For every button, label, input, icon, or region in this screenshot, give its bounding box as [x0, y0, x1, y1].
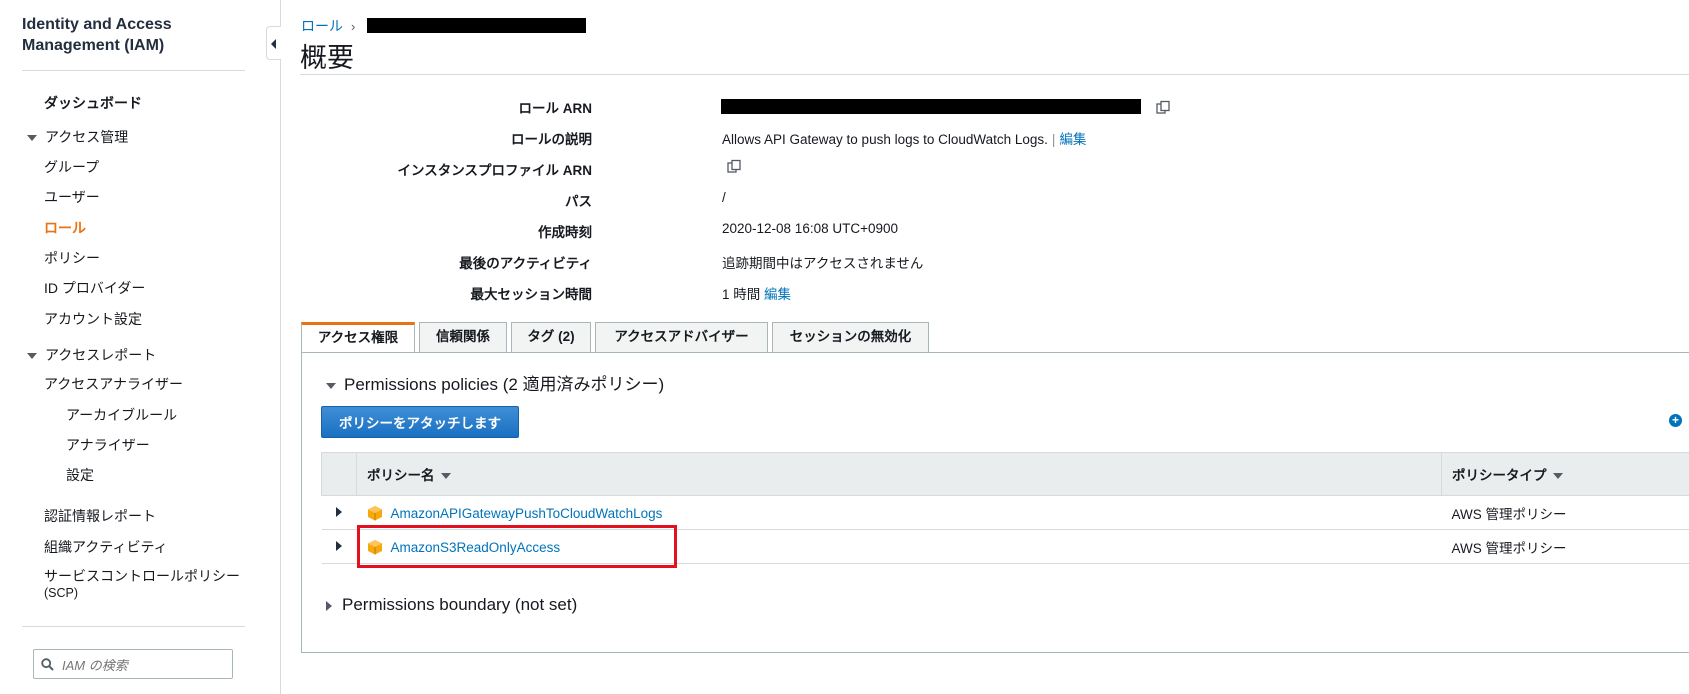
- policy-type-cell: AWS 管理ポリシー: [1441, 529, 1689, 564]
- sort-icon: [440, 473, 451, 480]
- copy-icon[interactable]: [1155, 100, 1171, 116]
- sidebar-item-credential-report[interactable]: 認証情報レポート: [44, 506, 156, 526]
- iam-search-input[interactable]: [60, 654, 229, 676]
- chevron-down-icon: [27, 353, 37, 360]
- instance-profile-arn-value: [726, 159, 742, 175]
- expand-column-header: [321, 452, 357, 496]
- tab-trust-relationships[interactable]: 信頼関係: [419, 322, 507, 352]
- expand-row-icon: [336, 541, 342, 551]
- description-value-container: Allows API Gateway to push logs to Cloud…: [722, 128, 1086, 148]
- copy-icon[interactable]: [726, 159, 742, 175]
- path-label: パス: [565, 194, 592, 209]
- max-session-value-container: 1 時間 編集: [722, 283, 791, 303]
- separator: |: [1051, 132, 1056, 147]
- policy-type-column-header[interactable]: ポリシータイプ: [1441, 452, 1689, 496]
- sidebar-item-analyzers[interactable]: アナライザー: [66, 435, 150, 455]
- permissions-boundary-toggle[interactable]: Permissions boundary (not set): [326, 595, 577, 615]
- sidebar-group-access-reports[interactable]: アクセスレポート: [27, 345, 156, 365]
- page-title: 概要: [300, 43, 354, 73]
- sidebar-item-dashboard[interactable]: ダッシュボード: [44, 93, 142, 113]
- highlight-annotation-box: [357, 525, 677, 568]
- description-label: ロールの説明: [511, 132, 592, 147]
- attach-policy-button[interactable]: ポリシーをアタッチします: [321, 406, 519, 438]
- search-icon: [41, 658, 54, 671]
- sidebar-item-settings[interactable]: 設定: [66, 465, 94, 485]
- permissions-policies-toggle[interactable]: Permissions policies (2 適用済みポリシー): [326, 370, 664, 395]
- add-inline-policy-icon[interactable]: +: [1669, 414, 1682, 427]
- summary-row-description: ロールの説明 Allows API Gateway to push logs t…: [400, 128, 1600, 150]
- description-value: Allows API Gateway to push logs to Cloud…: [722, 132, 1048, 147]
- redacted-role-arn: [721, 99, 1141, 114]
- sidebar-group-label: アクセスレポート: [45, 347, 157, 363]
- sidebar-item-org-activity[interactable]: 組織アクティビティ: [44, 537, 168, 557]
- sidebar-item-scp-label: サービスコントロールポリシー: [44, 568, 240, 584]
- created-label: 作成時刻: [538, 225, 592, 240]
- permissions-boundary-heading: Permissions boundary (not set): [342, 595, 578, 614]
- breadcrumb-separator-icon: ›: [351, 19, 356, 34]
- created-value: 2020-12-08 16:08 UTC+0900: [722, 221, 899, 236]
- sidebar: Identity and Access Management (IAM) ダッシ…: [0, 0, 260, 694]
- path-value: /: [722, 190, 726, 205]
- sidebar-collapse-button[interactable]: [266, 26, 281, 60]
- sidebar-border: [280, 0, 281, 694]
- sort-icon: [1552, 473, 1563, 480]
- sidebar-title-line2: Management (IAM): [22, 37, 165, 54]
- table-header-row: ポリシー名 ポリシータイプ: [321, 452, 1689, 496]
- redacted-role-name: [367, 18, 586, 33]
- summary-row-max-session: 最大セッション時間 1 時間 編集: [400, 283, 1600, 305]
- policy-type-header-label: ポリシータイプ: [1452, 468, 1547, 483]
- chevron-down-icon: [27, 135, 37, 142]
- edit-max-session-link[interactable]: 編集: [764, 287, 791, 302]
- role-arn-label: ロール ARN: [518, 101, 593, 116]
- sidebar-item-scp[interactable]: サービスコントロールポリシー (SCP): [44, 568, 240, 602]
- permissions-policies-heading: Permissions policies (2 適用済みポリシー): [344, 375, 665, 394]
- edit-description-link[interactable]: 編集: [1059, 132, 1086, 147]
- expand-row-icon: [336, 507, 342, 517]
- tab-tags[interactable]: タグ (2): [511, 322, 591, 352]
- sidebar-divider: [22, 626, 245, 627]
- iam-search-box: [33, 649, 233, 679]
- row-expand-cell[interactable]: [321, 529, 357, 564]
- sidebar-title-line1: Identity and Access: [22, 16, 172, 33]
- chevron-down-icon: [326, 382, 336, 389]
- row-expand-cell[interactable]: [321, 495, 357, 530]
- sidebar-item-scp-label-abbr: (SCP): [44, 586, 79, 600]
- policy-link[interactable]: AmazonAPIGatewayPushToCloudWatchLogs: [391, 506, 663, 521]
- sidebar-divider: [22, 70, 245, 71]
- last-activity-value: 追跡期間中はアクセスされません: [722, 256, 924, 271]
- sidebar-group-label: アクセス管理: [45, 129, 129, 145]
- instance-profile-arn-label: インスタンスプロファイル ARN: [397, 163, 592, 178]
- sidebar-item-roles[interactable]: ロール: [44, 218, 86, 238]
- sidebar-item-groups[interactable]: グループ: [44, 157, 99, 177]
- max-session-label: 最大セッション時間: [470, 287, 593, 302]
- summary-row-path: パス /: [400, 190, 1600, 212]
- last-activity-label: 最後のアクティビティ: [459, 256, 592, 271]
- summary-row-instance-profile: インスタンスプロファイル ARN: [397, 159, 1600, 181]
- sidebar-item-policies[interactable]: ポリシー: [44, 248, 100, 268]
- summary-row-last-activity: 最後のアクティビティ 追跡期間中はアクセスされません: [400, 252, 1600, 274]
- policy-name-column-header[interactable]: ポリシー名: [356, 452, 1442, 496]
- title-divider: [300, 74, 1689, 75]
- policy-name-header-label: ポリシー名: [367, 468, 435, 483]
- breadcrumb-roles-link[interactable]: ロール: [301, 18, 343, 34]
- summary-row-created: 作成時刻 2020-12-08 16:08 UTC+0900: [400, 221, 1600, 243]
- policy-type-cell: AWS 管理ポリシー: [1441, 495, 1689, 530]
- chevron-right-icon: [326, 600, 332, 611]
- aws-managed-policy-icon: [367, 505, 382, 520]
- max-session-value: 1 時間: [722, 287, 761, 302]
- sidebar-item-access-analyzer[interactable]: アクセスアナライザー: [44, 374, 183, 394]
- sidebar-item-id-providers[interactable]: ID プロバイダー: [44, 278, 145, 298]
- tab-access-advisor[interactable]: アクセスアドバイザー: [595, 322, 768, 352]
- sidebar-item-users[interactable]: ユーザー: [44, 187, 100, 207]
- tab-revoke-sessions[interactable]: セッションの無効化: [772, 322, 929, 352]
- chevron-left-icon: [271, 39, 276, 49]
- sidebar-title: Identity and Access Management (IAM): [22, 14, 172, 56]
- breadcrumb: ロール ›: [301, 16, 363, 36]
- sidebar-item-account-settings[interactable]: アカウント設定: [44, 309, 142, 329]
- sidebar-group-access-management[interactable]: アクセス管理: [27, 127, 128, 147]
- tab-permissions[interactable]: アクセス権限: [301, 322, 415, 353]
- sidebar-item-archive-rules[interactable]: アーカイブルール: [66, 405, 177, 425]
